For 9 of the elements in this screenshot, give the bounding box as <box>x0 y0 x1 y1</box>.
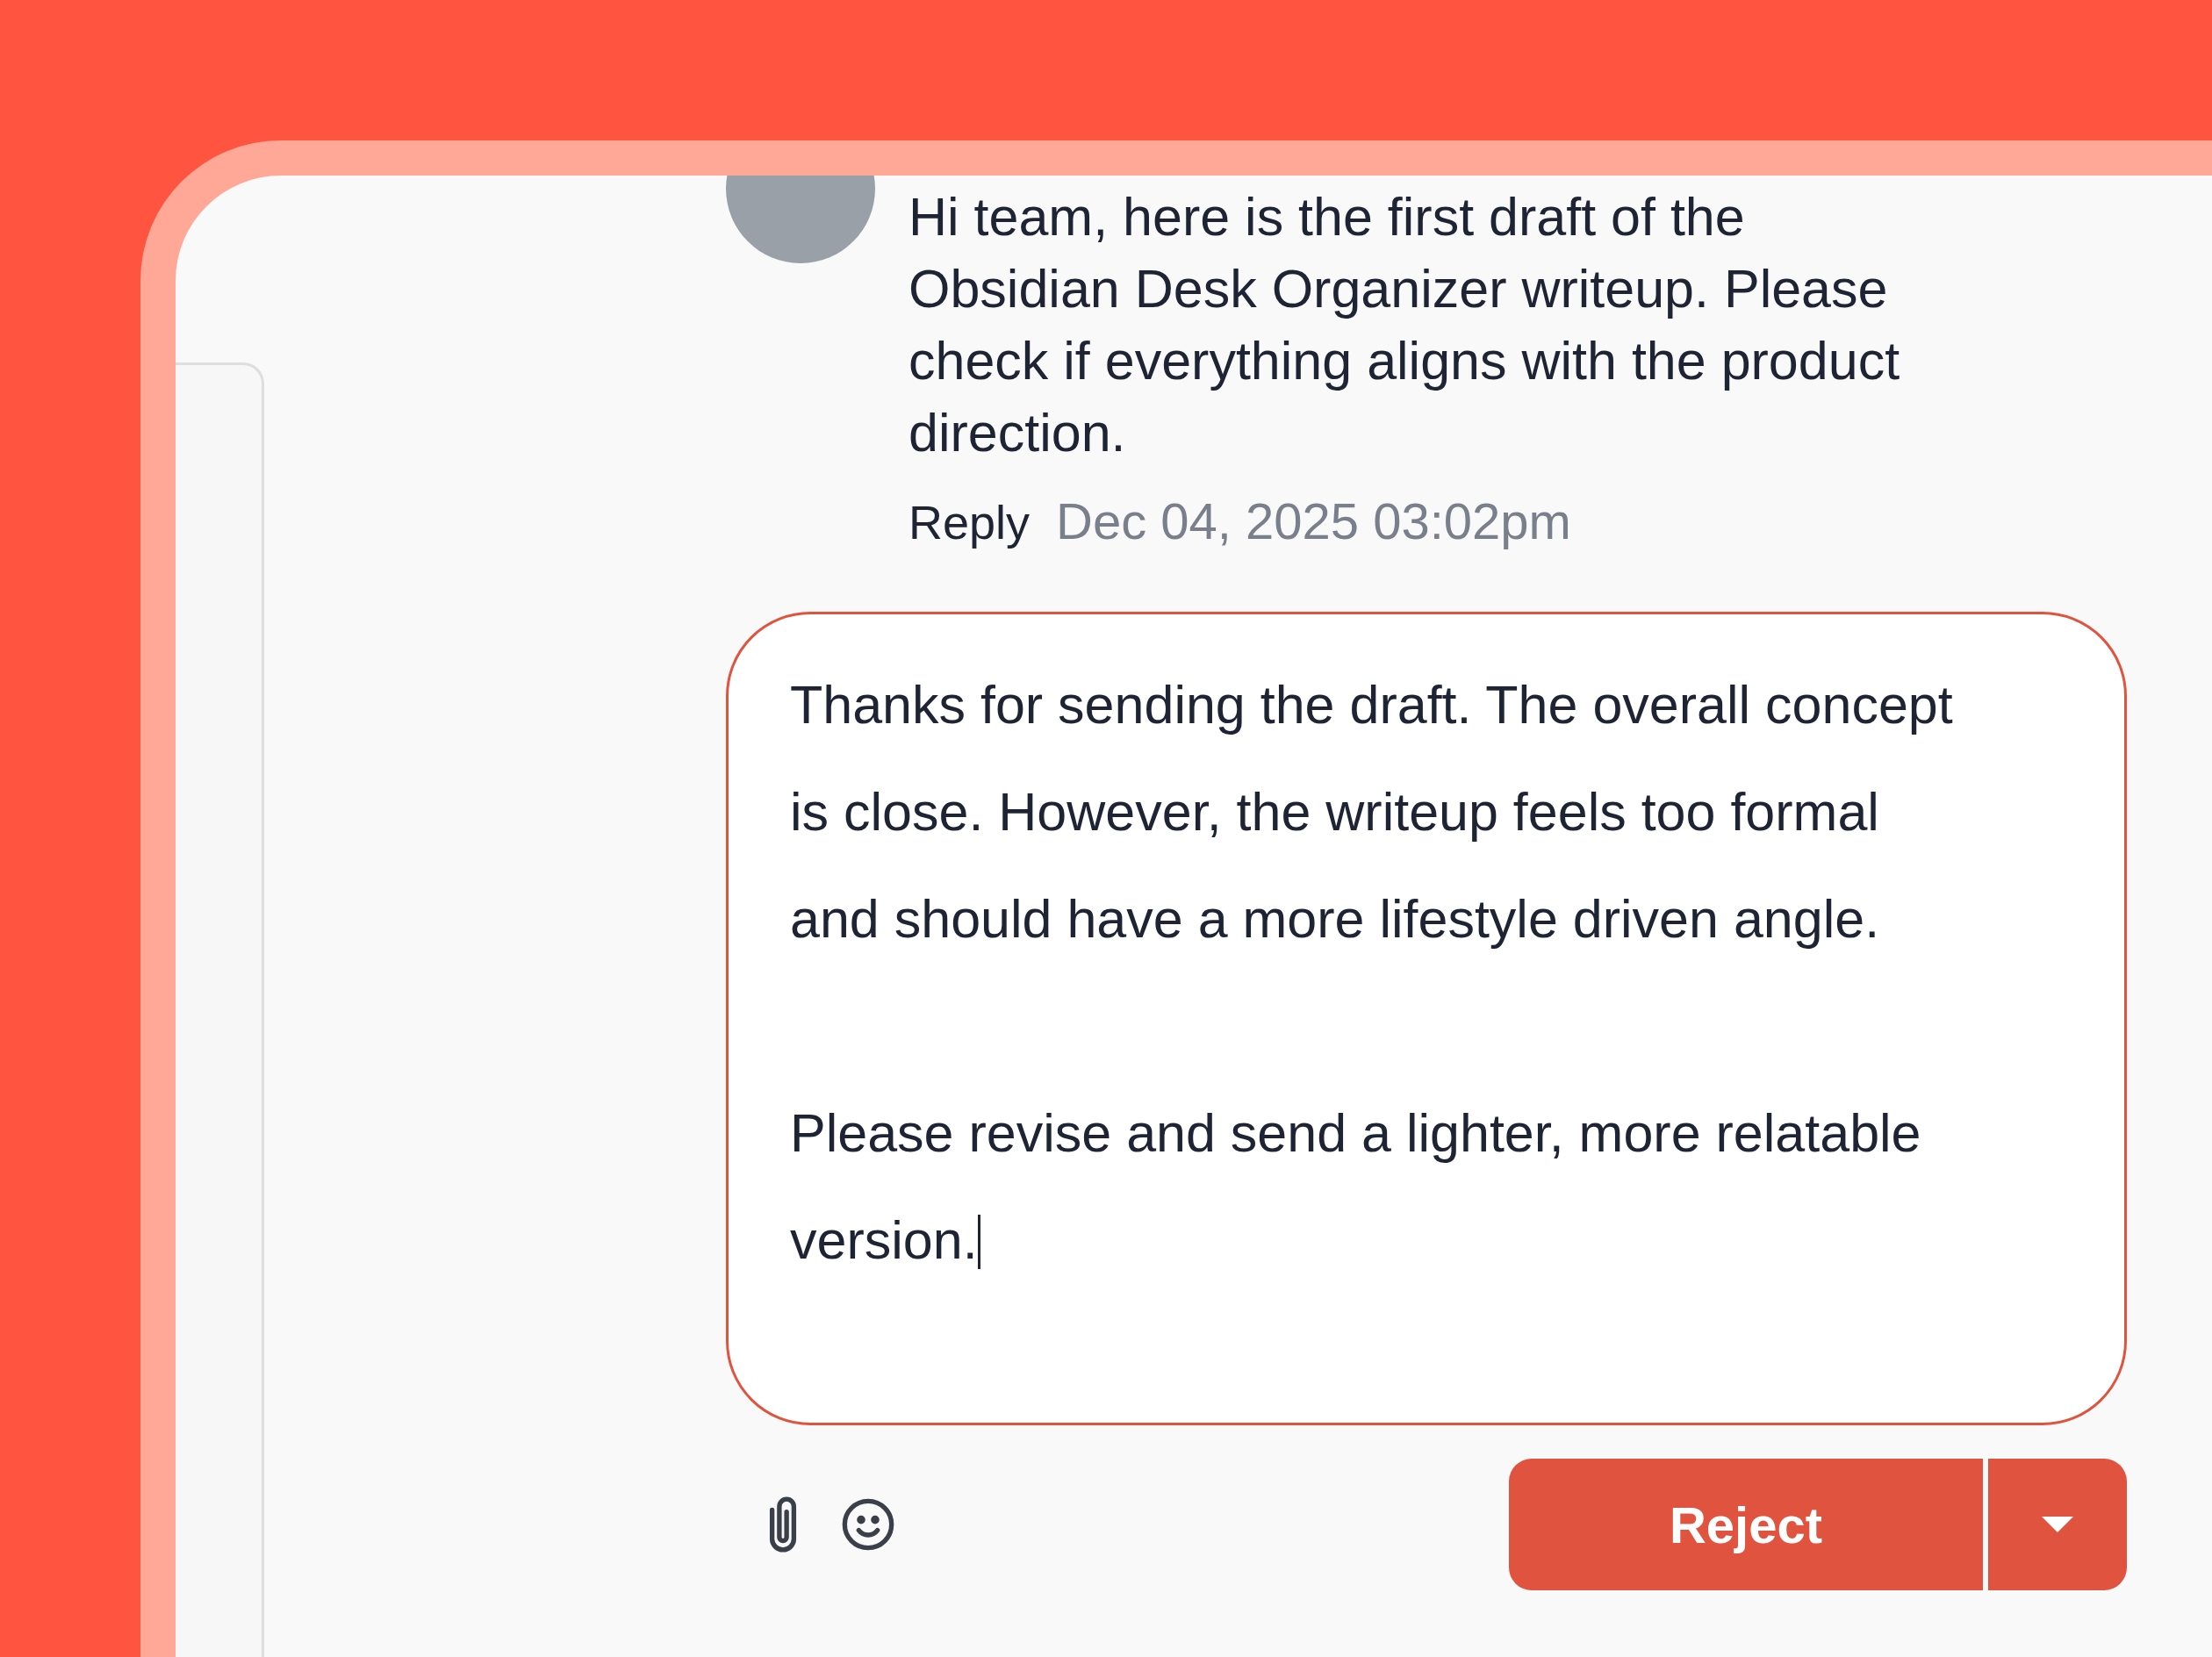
reply-field[interactable] <box>726 612 2127 1425</box>
reply-link[interactable]: Reply <box>908 495 1031 549</box>
reject-button[interactable]: Reject <box>1509 1459 1983 1590</box>
caret-icon <box>2042 1517 2073 1532</box>
message-text: Hi team, here is the first draft of the Obsidian Desk Organizer writeup. Please check if everything aligns with the product direction. <box>908 186 1900 464</box>
emoji-icon[interactable] <box>840 1496 896 1553</box>
reply-text: Thanks for sending the draft. The overall concept is close. However, the writeup feels too formal and should have a more lifestyle driven angle. Please revise and send a lighter, more relatable version. <box>790 674 1954 1272</box>
timestamp: Dec 04, 2025 03:02pm <box>1056 491 1571 550</box>
dropdown-button[interactable] <box>1988 1459 2127 1590</box>
